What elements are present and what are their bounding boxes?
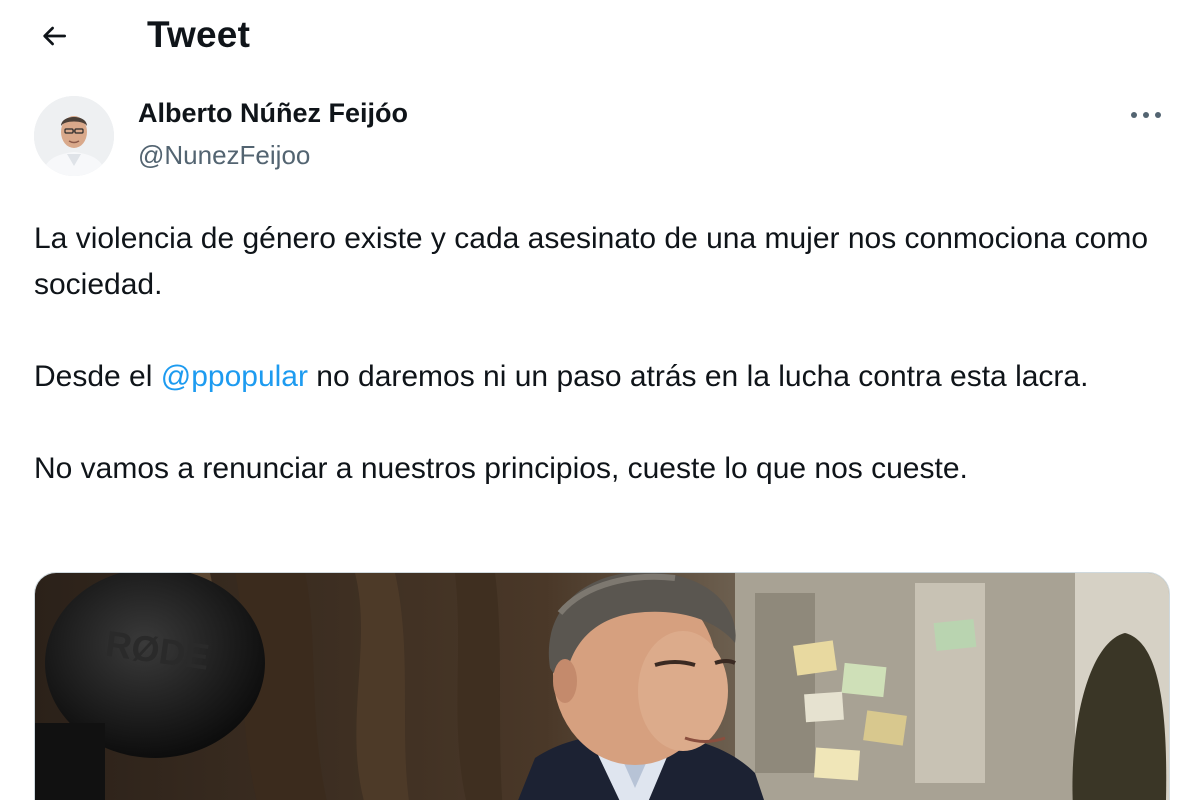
tweet-text-segment: no daremos ni un paso atrás en la lucha … xyxy=(307,360,1089,393)
author-name[interactable]: Alberto Núñez Feijóo xyxy=(138,98,408,129)
tweet-paragraph: No vamos a renunciar a nuestros principi… xyxy=(34,452,968,485)
avatar[interactable] xyxy=(34,96,114,176)
arrow-left-icon xyxy=(38,20,70,57)
author-handle[interactable]: @NunezFeijoo xyxy=(138,140,310,171)
tweet-paragraph: La violencia de género existe y cada ase… xyxy=(34,222,1149,301)
ellipsis-icon xyxy=(1129,107,1163,125)
more-options-button[interactable] xyxy=(1124,96,1168,136)
tweet-page: Tweet Alberto Núñez Feijóo @NunezFeijoo … xyxy=(0,0,1200,800)
back-button[interactable] xyxy=(28,12,80,64)
mention-link[interactable]: @ppopular xyxy=(161,360,308,393)
page-title: Tweet xyxy=(147,14,251,55)
tweet-text: La violencia de género existe y cada ase… xyxy=(34,216,1174,538)
tweet-paragraph: Desde el @ppopular no daremos ni un paso… xyxy=(34,354,1174,400)
header-bar: Tweet xyxy=(0,0,1200,76)
tweet-text-segment: Desde el xyxy=(34,360,161,393)
tweet-photo[interactable]: RØDE xyxy=(34,572,1170,800)
